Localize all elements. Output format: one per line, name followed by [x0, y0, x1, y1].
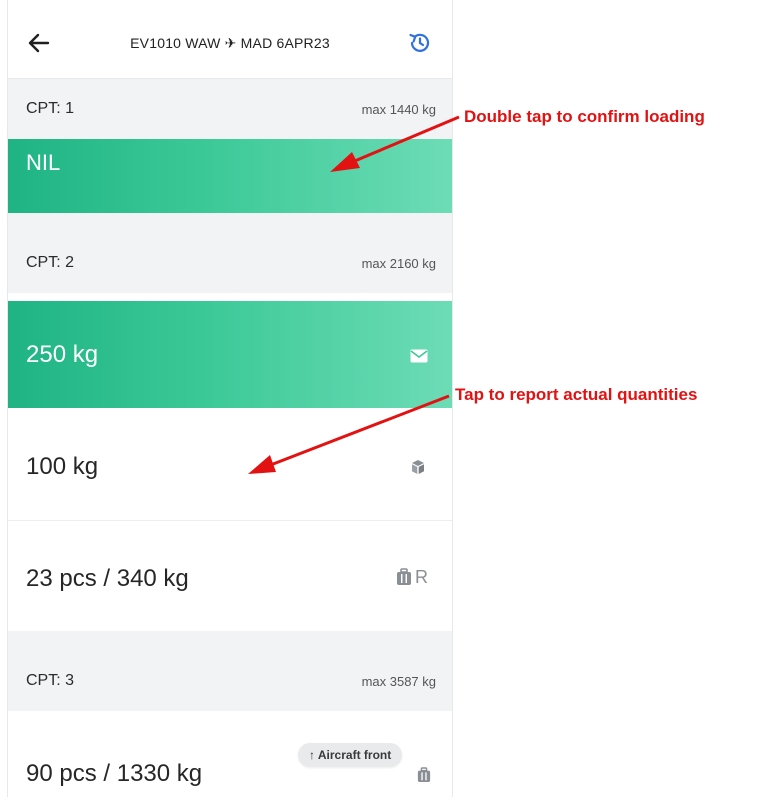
- annotation-double-tap: Double tap to confirm loading: [464, 107, 705, 126]
- arrow-double-tap: [330, 115, 460, 172]
- annotation-tap-report: Tap to report actual quantities: [455, 385, 698, 404]
- arrow-tap-report: [248, 394, 450, 474]
